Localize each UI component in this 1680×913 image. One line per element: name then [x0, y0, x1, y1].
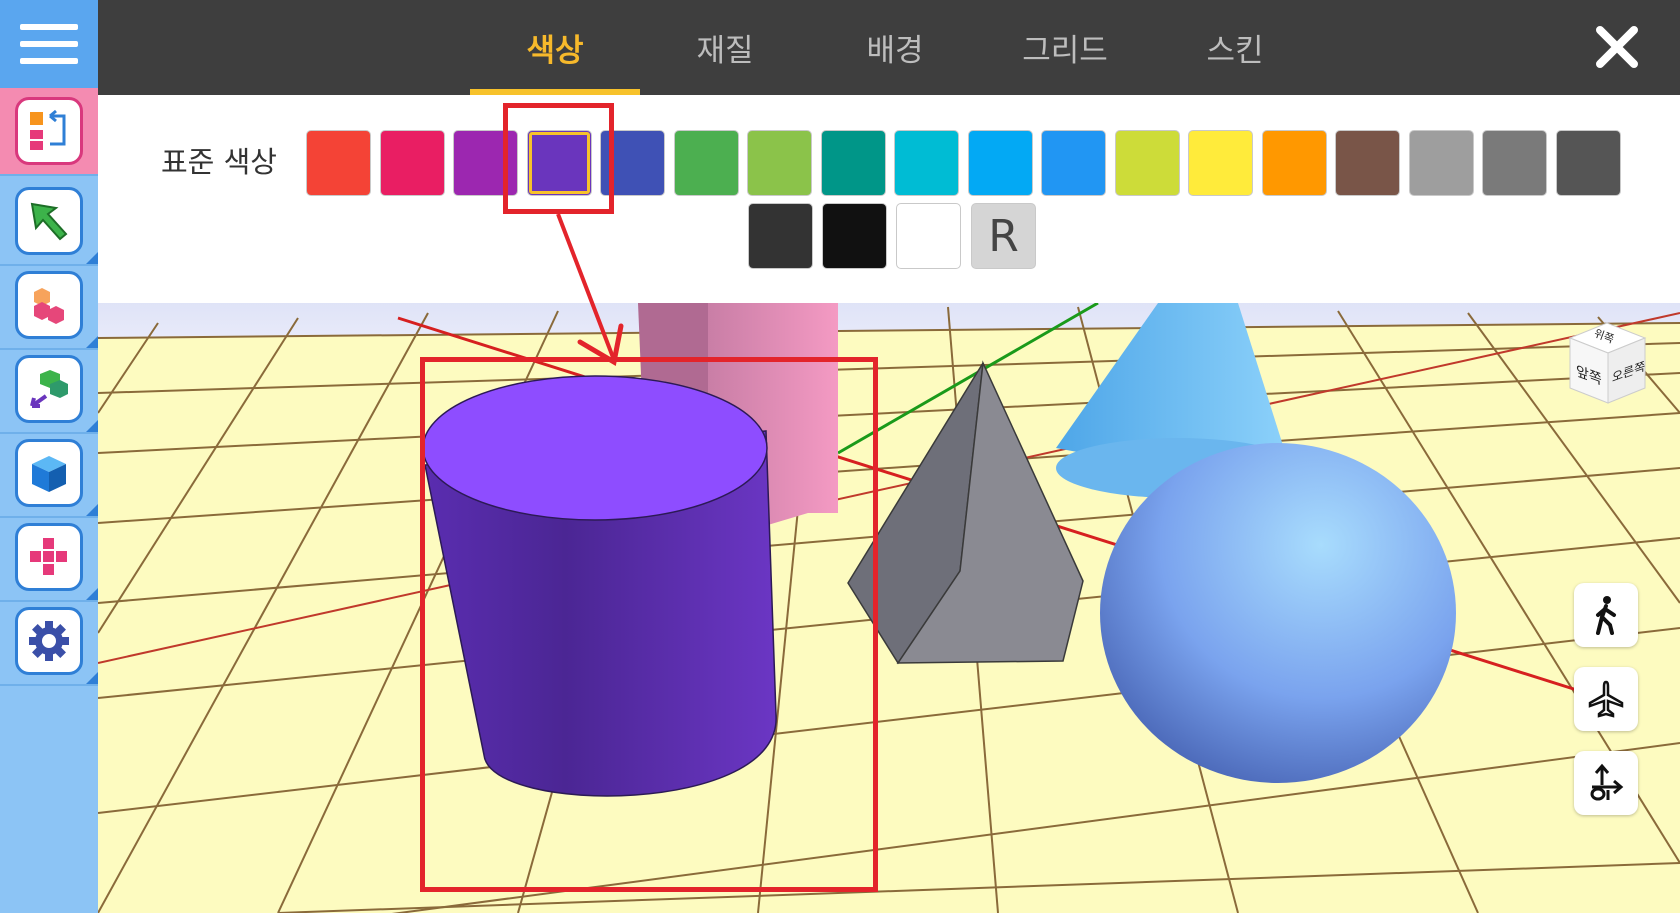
view-orientation-cube[interactable]: 위쪽 앞쪽 오른쪽 [1565, 318, 1650, 408]
color-swatch[interactable] [379, 130, 445, 196]
tab-label: 스킨 [1206, 33, 1264, 69]
sidebar-tool-move[interactable] [0, 346, 98, 434]
tab-color[interactable]: 색상 [470, 0, 640, 95]
swap-shapes-icon [30, 109, 66, 150]
tool-tile [15, 97, 83, 165]
tool-tile [15, 439, 83, 507]
orbit-arrow-icon [1590, 763, 1624, 801]
toolbar-sidebar [0, 0, 98, 913]
tab-background[interactable]: 배경 [810, 0, 980, 95]
sidebar-tool-swap[interactable] [0, 88, 98, 176]
reset-color-button[interactable]: R [971, 203, 1036, 269]
flight-mode-button[interactable] [1574, 667, 1638, 731]
color-palette-panel: 표준 색상 R [98, 95, 1680, 303]
gear-icon [29, 621, 69, 661]
color-swatch[interactable] [1188, 130, 1253, 196]
sidebar-tool-stack[interactable] [0, 262, 98, 350]
color-swatch[interactable] [822, 203, 887, 269]
color-swatch[interactable] [1261, 130, 1327, 196]
walk-icon [1596, 596, 1616, 635]
close-icon [1596, 26, 1638, 68]
tool-tile [15, 187, 83, 255]
sidebar-tool-select[interactable] [0, 178, 98, 266]
3d-scene [98, 303, 1680, 913]
color-swatch[interactable] [673, 130, 739, 196]
standard-colors-label: 표준 색상 [161, 145, 277, 179]
color-swatch[interactable] [967, 130, 1033, 196]
tool-tile [15, 523, 83, 591]
hamburger-menu-button[interactable] [0, 0, 98, 88]
sidebar-tool-net[interactable] [0, 514, 98, 602]
tab-label: 배경 [866, 33, 924, 69]
color-swatch[interactable] [748, 203, 813, 269]
color-swatch[interactable] [1114, 130, 1180, 196]
color-swatch[interactable] [1408, 130, 1474, 196]
tool-tile [15, 607, 83, 675]
tab-label: 재질 [696, 33, 754, 69]
tab-material[interactable]: 재질 [640, 0, 810, 95]
orbit-mode-button[interactable] [1574, 751, 1638, 815]
stacked-cubes-icon [34, 288, 64, 324]
color-swatch[interactable] [1041, 130, 1106, 196]
3d-viewport[interactable]: 위쪽 앞쪽 오른쪽 [98, 303, 1680, 913]
cube-icon [32, 456, 66, 492]
tab-label: 그리드 [1022, 33, 1108, 69]
tab-skin[interactable]: 스킨 [1150, 0, 1320, 95]
blue-sphere [1100, 443, 1456, 783]
sidebar-tool-cube[interactable] [0, 430, 98, 518]
color-swatch[interactable] [306, 130, 371, 196]
sidebar-tool-settings[interactable] [0, 598, 98, 686]
color-swatch[interactable] [1555, 130, 1621, 196]
tab-grid[interactable]: 그리드 [980, 0, 1150, 95]
tool-tile [15, 355, 83, 423]
top-tab-bar: 색상 재질 배경 그리드 스킨 [98, 0, 1680, 95]
color-swatch[interactable] [894, 130, 959, 196]
color-swatch[interactable] [1335, 130, 1400, 196]
airplane-icon [1588, 680, 1624, 718]
color-swatch[interactable] [896, 203, 961, 269]
walk-mode-button[interactable] [1574, 583, 1638, 647]
select-arrow-icon [30, 202, 68, 241]
cube-net-icon [30, 538, 67, 575]
color-swatch[interactable] [820, 130, 886, 196]
color-swatch[interactable] [747, 130, 812, 196]
menu-icon [20, 24, 78, 64]
move-cubes-icon [30, 370, 68, 408]
color-swatch[interactable] [526, 130, 592, 196]
tool-tile [15, 271, 83, 339]
tab-label: 색상 [526, 33, 584, 69]
close-button[interactable] [1592, 22, 1642, 72]
color-swatch[interactable] [453, 130, 518, 196]
color-swatch[interactable] [1482, 130, 1547, 196]
color-swatch[interactable] [600, 130, 665, 196]
